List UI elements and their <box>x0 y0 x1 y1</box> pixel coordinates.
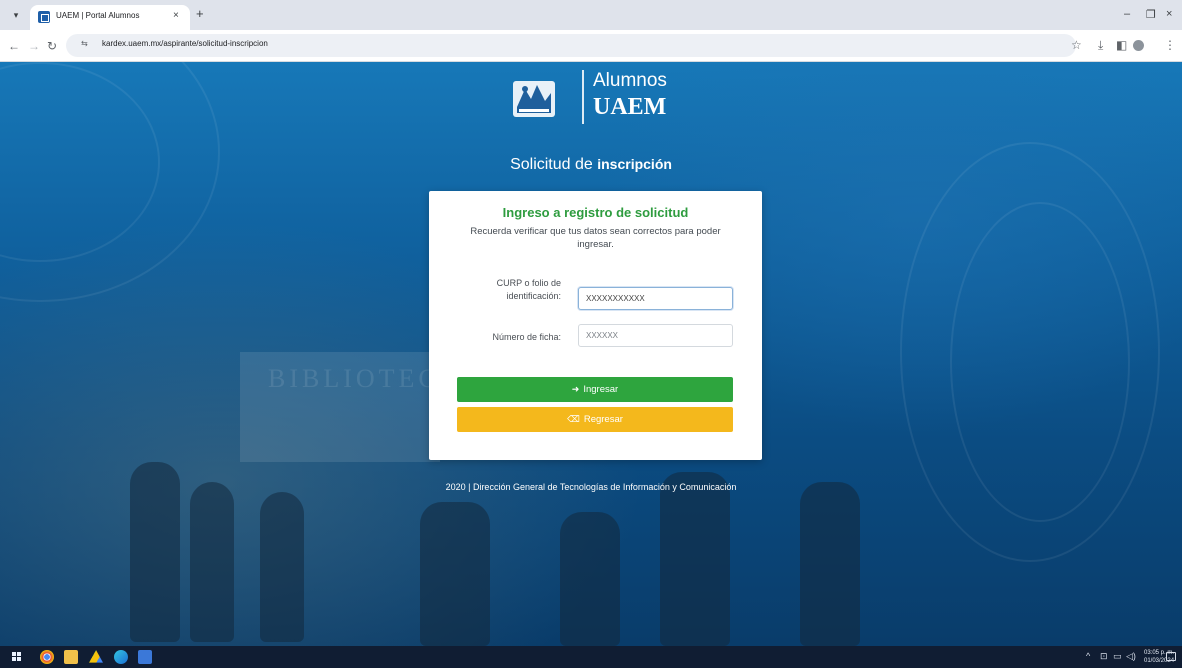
browser-toolbar: ← → ↻ ⇆ kardex.uaem.mx/aspirante/solicit… <box>0 30 1182 62</box>
plus-icon[interactable]: + <box>196 7 204 21</box>
logo-title: UAEM <box>593 94 667 120</box>
logo-subtitle: Alumnos <box>593 70 667 91</box>
page-footer: 2020 | Dirección General de Tecnologías … <box>445 482 737 492</box>
uaem-logo-icon <box>513 81 555 117</box>
notification-icon[interactable] <box>1166 652 1176 661</box>
tab-search-icon[interactable]: ▾ <box>8 7 24 23</box>
tray-network-icon[interactable]: ⊡ <box>1100 651 1108 662</box>
reload-icon[interactable]: ↻ <box>47 39 57 53</box>
background-person <box>560 512 620 646</box>
background-person <box>190 482 234 642</box>
download-icon[interactable]: ⤓ <box>1098 38 1103 53</box>
close-icon[interactable]: × <box>173 10 179 21</box>
back-icon[interactable]: ← <box>8 39 20 53</box>
page-title-part1: Solicitud de <box>510 156 598 173</box>
site-info-icon[interactable]: ⇆ <box>81 39 88 48</box>
tab-title: UAEM | Portal Alumnos <box>56 11 140 20</box>
ficha-label: Número de ficha: <box>492 332 561 342</box>
star-icon[interactable]: ☆ <box>1071 38 1082 52</box>
browser-tab[interactable]: UAEM | Portal Alumnos × <box>30 5 190 30</box>
tray-chevron-icon[interactable]: ^ <box>1086 651 1090 661</box>
page-title-part2: inscripción <box>597 156 672 172</box>
maximize-icon[interactable]: ❐ <box>1146 8 1156 21</box>
background-person <box>660 472 730 646</box>
google-drive-icon[interactable] <box>89 650 103 663</box>
card-description: Recuerda verificar que tus datos sean co… <box>470 226 721 250</box>
sign-in-icon: ➜ <box>571 384 580 394</box>
logo-divider <box>582 70 584 124</box>
back-label: Regresar <box>583 414 623 425</box>
browser-tab-bar: ▾ UAEM | Portal Alumnos × + – ❐ × <box>0 0 1182 30</box>
back-button[interactable]: ⌫ Regresar <box>457 407 733 432</box>
submit-label: Ingresar <box>583 384 619 395</box>
background-person <box>260 492 304 642</box>
tray-display-icon[interactable]: ▭ <box>1113 651 1122 662</box>
side-panel-icon[interactable]: ◧ <box>1116 38 1127 52</box>
volume-icon[interactable]: ◁) <box>1126 651 1136 662</box>
url-text[interactable]: kardex.uaem.mx/aspirante/solicitud-inscr… <box>102 39 268 48</box>
background-person <box>420 502 490 646</box>
background-person <box>800 482 860 646</box>
backspace-icon: ⌫ <box>567 414 580 424</box>
address-bar[interactable]: ⇆ kardex.uaem.mx/aspirante/solicitud-ins… <box>66 34 1076 57</box>
page-title: Solicitud de inscripción <box>0 156 1182 174</box>
curp-label: CURP o folio de identificación: <box>496 278 561 301</box>
window-close-icon[interactable]: × <box>1166 8 1172 20</box>
minimize-icon[interactable]: – <box>1124 8 1130 20</box>
login-card: Ingreso a registro de solicitud Recuerda… <box>429 191 762 460</box>
forward-icon[interactable]: → <box>28 39 40 53</box>
card-title: Ingreso a registro de solicitud <box>502 205 689 220</box>
file-explorer-icon[interactable] <box>64 650 78 664</box>
page-content: BIBLIOTECA Alumnos UAEM Solicitud de ins… <box>0 62 1182 646</box>
windows-start-icon[interactable] <box>12 652 22 662</box>
ficha-input[interactable] <box>578 324 733 347</box>
app-icon[interactable] <box>138 650 152 664</box>
submit-button[interactable]: ➜ Ingresar <box>457 377 733 402</box>
edge-icon[interactable] <box>114 650 128 664</box>
curp-input[interactable] <box>578 287 733 310</box>
background-ornament <box>950 202 1130 522</box>
profile-icon[interactable] <box>1133 40 1144 51</box>
chrome-icon[interactable] <box>40 650 54 664</box>
favicon-icon <box>38 11 50 23</box>
kebab-menu-icon[interactable]: ⋮ <box>1164 38 1176 52</box>
taskbar: ^ ⊡ ▭ ◁) 03:05 p. m. 01/03/2024 <box>0 646 1182 668</box>
